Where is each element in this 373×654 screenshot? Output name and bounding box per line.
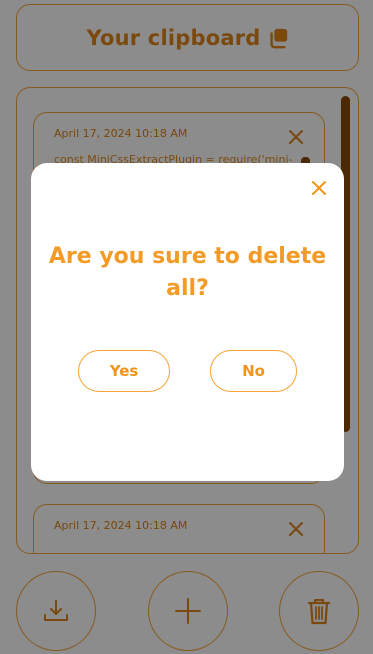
close-icon[interactable]	[311, 180, 327, 196]
yes-button[interactable]: Yes	[78, 350, 170, 392]
confirm-delete-dialog: Are you sure to delete all? Yes No	[31, 163, 344, 481]
no-button[interactable]: No	[210, 350, 297, 392]
dialog-message: Are you sure to delete all?	[48, 244, 327, 301]
